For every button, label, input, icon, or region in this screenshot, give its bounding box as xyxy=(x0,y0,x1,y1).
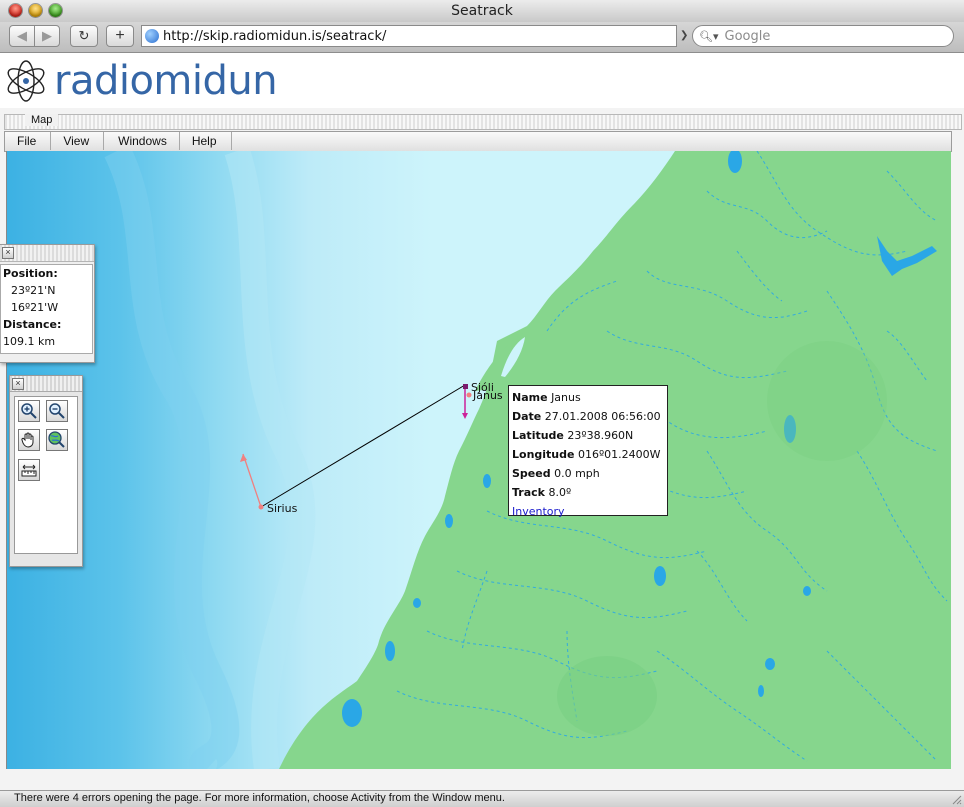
map-canvas[interactable] xyxy=(6,151,951,769)
tools-panel-body xyxy=(14,396,78,554)
close-icon[interactable]: × xyxy=(12,378,24,390)
position-label: Position: xyxy=(3,267,58,280)
add-bookmark-button[interactable]: + xyxy=(106,25,134,47)
zoom-in-icon xyxy=(21,403,37,419)
map-window-title: Map xyxy=(25,114,59,126)
position-lat: 23º21'N xyxy=(11,284,56,297)
ruler-icon xyxy=(21,464,37,477)
vessel-label-sirius[interactable]: Sirius xyxy=(267,502,297,515)
popup-name-value: Janus xyxy=(551,391,581,404)
popup-lat-value: 23º38.960N xyxy=(567,429,634,442)
back-arrow-icon: ◀ xyxy=(17,28,27,43)
close-icon[interactable]: × xyxy=(2,247,14,259)
pan-button[interactable] xyxy=(18,429,40,451)
popup-lon-label: Longitude xyxy=(512,448,575,461)
popup-lat-label: Latitude xyxy=(512,429,564,442)
map-tools-panel: × xyxy=(9,375,83,567)
back-button[interactable]: ◀ xyxy=(9,25,35,47)
site-logo-text[interactable]: radiomidun xyxy=(54,56,278,106)
forward-arrow-icon: ▶ xyxy=(42,28,52,43)
zoom-out-button[interactable] xyxy=(46,400,68,422)
vessel-info-popup: Name Janus Date 27.01.2008 06:56:00 Lati… xyxy=(508,385,668,518)
sirius-marker[interactable] xyxy=(258,504,264,510)
window-title: Seatrack xyxy=(451,3,513,19)
map-window-titlebar[interactable]: Map xyxy=(4,114,962,130)
menu-view[interactable]: View xyxy=(51,132,105,150)
menu-help[interactable]: Help xyxy=(180,132,232,150)
browser-toolbar: ◀ ▶ ↻ + http://skip.radiomidun.is/seatra… xyxy=(0,22,964,53)
popup-date-label: Date xyxy=(512,410,542,423)
address-url: http://skip.radiomidun.is/seatrack/ xyxy=(163,28,387,44)
tools-panel-header[interactable]: × xyxy=(10,376,82,392)
measure-button[interactable] xyxy=(18,459,40,481)
popup-track-value: 8.0º xyxy=(548,486,572,499)
search-field[interactable]: 🔍︎▾ xyxy=(692,25,954,47)
vessel-label-janus[interactable]: Janus xyxy=(473,389,503,402)
popup-speed-value: 0.0 mph xyxy=(554,467,600,480)
popup-speed-label: Speed xyxy=(512,467,551,480)
zoom-out-icon xyxy=(49,403,65,419)
window-titlebar: Seatrack xyxy=(0,0,964,23)
map-menubar: File View Windows Help xyxy=(4,131,952,152)
hand-icon xyxy=(21,432,34,448)
rss-chevron-icon[interactable]: ❯ xyxy=(680,30,690,42)
popup-name-label: Name xyxy=(512,391,548,404)
distance-label: Distance: xyxy=(3,318,62,331)
search-input[interactable] xyxy=(722,27,927,45)
distance-value: 109.1 km xyxy=(3,335,56,348)
popup-date-value: 27.01.2008 06:56:00 xyxy=(544,410,661,423)
menu-windows[interactable]: Windows xyxy=(104,132,180,150)
search-icon[interactable]: 🔍︎▾ xyxy=(699,30,719,43)
position-panel-body: Position: 23º21'N 16º21'W Distance: 109.… xyxy=(0,264,93,354)
radiomidun-logo-icon xyxy=(7,60,45,102)
forward-button[interactable]: ▶ xyxy=(34,25,60,47)
zoom-in-button[interactable] xyxy=(18,400,40,422)
popup-lon-value: 016º01.2400W xyxy=(577,448,661,461)
reload-button[interactable]: ↻ xyxy=(70,25,98,47)
status-bar: There were 4 errors opening the page. Fo… xyxy=(0,790,964,807)
position-panel: × Position: 23º21'N 16º21'W Distance: 10… xyxy=(0,244,95,363)
popup-track-label: Track xyxy=(512,486,545,499)
reload-icon: ↻ xyxy=(78,28,90,43)
zoom-world-button[interactable] xyxy=(46,429,68,451)
menu-file[interactable]: File xyxy=(5,132,52,150)
plus-icon: + xyxy=(115,27,125,44)
resize-grip-icon[interactable] xyxy=(950,793,962,805)
inventory-link[interactable]: Inventory xyxy=(512,505,565,518)
address-bar[interactable]: http://skip.radiomidun.is/seatrack/ xyxy=(141,25,677,47)
globe-zoom-icon xyxy=(48,431,65,448)
position-lon: 16º21'W xyxy=(11,301,59,314)
position-panel-header[interactable]: × xyxy=(0,245,94,262)
status-text: There were 4 errors opening the page. Fo… xyxy=(14,792,505,804)
globe-icon xyxy=(145,29,159,43)
sjoli-marker[interactable] xyxy=(463,384,468,389)
